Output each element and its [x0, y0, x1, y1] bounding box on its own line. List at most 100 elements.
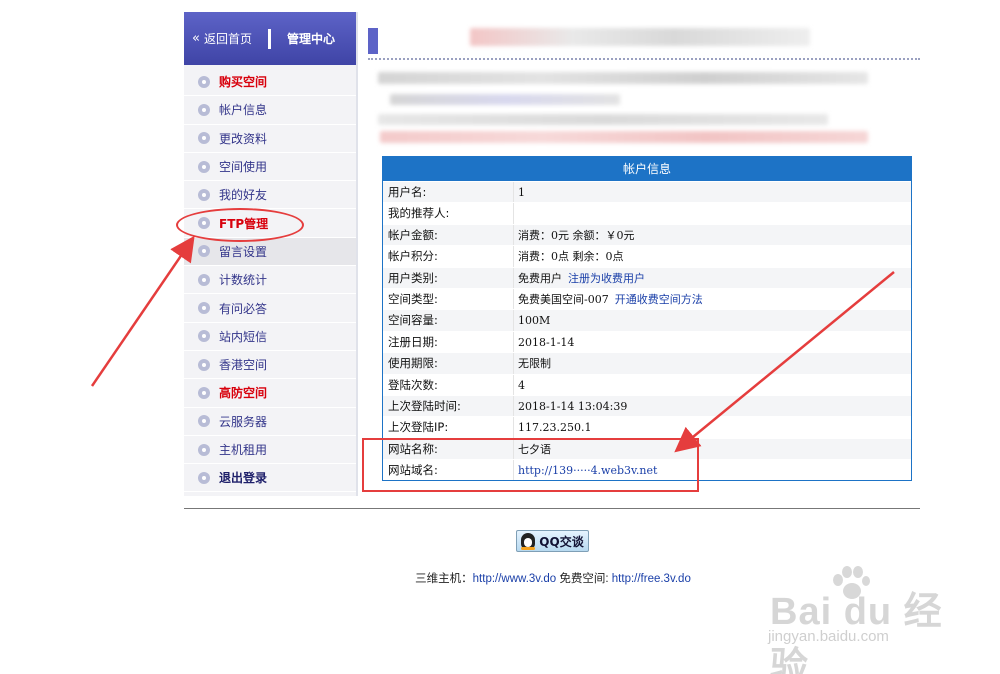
menu-bullet-icon	[198, 330, 210, 343]
table-row: 空间容量: 100M	[383, 309, 911, 331]
table-row: 帐户积分: 消费：0点 剩余：0点	[383, 245, 911, 267]
table-row: 登陆次数: 4	[383, 373, 911, 395]
row-value-text: 免费用户	[518, 271, 562, 285]
sidebar-item[interactable]: 高防空间	[184, 379, 356, 408]
row-label: 使用期限:	[383, 353, 514, 374]
qq-chat-button[interactable]: QQ交谈	[516, 530, 589, 552]
row-value: 1	[514, 182, 911, 202]
row-value: 117.23.250.1	[514, 417, 911, 437]
menu-bullet-icon	[198, 245, 210, 258]
sidebar-item-label: 高防空间	[219, 386, 268, 401]
row-value-text: 2018-1-14	[518, 335, 575, 349]
sidebar-header: « 返回首页 管理中心	[184, 12, 356, 65]
watermark-logo: Bai du 经验	[770, 591, 943, 674]
sidebar-item[interactable]: 站内短信	[184, 322, 356, 351]
sidebar-item[interactable]: 有问必答	[184, 294, 356, 323]
menu-bullet-icon	[198, 160, 210, 173]
row-value: 4	[514, 375, 911, 395]
back-home-label: 返回首页	[203, 32, 252, 46]
row-label: 空间类型:	[383, 288, 514, 310]
table-row: 上次登陆时间: 2018-1-14 13:04:39	[383, 394, 911, 417]
blurred-notice-line-1	[378, 72, 868, 84]
back-home-link[interactable]: « 返回首页	[184, 12, 268, 65]
admin-center-title: 管理中心	[287, 32, 336, 46]
menu-bullet-icon	[198, 75, 210, 88]
table-row: 帐户金额: 消费：0元 余额：￥0元	[383, 223, 911, 246]
footer-divider	[184, 508, 920, 509]
header-separator	[268, 28, 271, 49]
blurred-notice-line-4	[380, 131, 868, 143]
row-value: 2018-1-14	[514, 332, 911, 352]
menu-bullet-icon	[198, 188, 210, 201]
row-value-text: 消费：0元 余额：￥0元	[518, 228, 635, 242]
qq-chat-label: QQ交谈	[539, 534, 584, 549]
table-row: 用户类别: 免费用户 注册为收费用户	[383, 266, 911, 288]
row-label: 上次登陆IP:	[383, 417, 514, 438]
sidebar-item[interactable]: 主机租用	[184, 435, 356, 465]
row-value-text: 消费：0点 剩余：0点	[518, 250, 624, 264]
menu-bullet-icon	[198, 358, 210, 371]
sidebar-item-label: 香港空间	[219, 358, 268, 373]
menu-bullet-icon	[198, 471, 210, 484]
row-label: 用户名:	[383, 182, 514, 203]
blurred-heading	[470, 28, 810, 46]
table-row: 我的推荐人:	[383, 202, 911, 224]
account-table-body: 用户名: 1 我的推荐人: 帐户金额: 消费：0元 余额：￥0元帐户积分: 消费：0点 剩…	[383, 181, 911, 481]
menu-bullet-icon	[198, 103, 210, 116]
table-row: 用户名: 1	[383, 181, 911, 203]
menu-bullet-icon	[198, 132, 210, 145]
row-value-text: 免费美国空间-007	[518, 292, 609, 306]
sidebar-item[interactable]: 留言设置	[184, 237, 356, 267]
sidebar-item[interactable]: 我的好友	[184, 181, 356, 210]
row-label: 用户类别:	[383, 267, 514, 288]
sidebar-item[interactable]: 计数统计	[184, 266, 356, 295]
dotted-separator	[368, 58, 920, 62]
row-value: 免费用户 注册为收费用户	[514, 268, 911, 288]
sidebar-item[interactable]: 更改资料	[184, 124, 356, 153]
menu-bullet-icon	[198, 415, 210, 428]
sidebar-item-label: 空间使用	[219, 160, 268, 175]
row-value-text: 4	[518, 378, 525, 392]
sidebar-item-label: 有问必答	[219, 301, 268, 316]
sidebar-item[interactable]: 退出登录	[184, 464, 356, 493]
sidebar-item[interactable]: 帐户信息	[184, 96, 356, 125]
row-value	[514, 203, 911, 223]
sidebar-item-label: 站内短信	[219, 329, 268, 344]
row-label: 注册日期:	[383, 331, 514, 353]
row-label: 我的推荐人:	[383, 203, 514, 224]
sidebar-item-label: 留言设置	[219, 244, 268, 259]
row-label: 空间容量:	[383, 310, 514, 331]
watermark-url: jingyan.baidu.com	[768, 628, 889, 645]
account-table-title: 帐户信息	[383, 157, 911, 181]
sidebar-item[interactable]: 香港空间	[184, 350, 356, 380]
arrow-to-ftp	[90, 235, 195, 387]
sidebar-item[interactable]: 云服务器	[184, 407, 356, 436]
row-value-text: 1	[518, 186, 525, 199]
qq-penguin-icon	[521, 533, 536, 550]
row-label: 帐户金额:	[383, 224, 514, 246]
chevron-double-left-icon: «	[192, 31, 200, 46]
sidebar-item-label: 更改资料	[219, 131, 268, 146]
sidebar: « 返回首页 管理中心 购买空间 帐户信息 更改资料 空间使用 我的好友 FTP管理 留言设…	[184, 12, 358, 496]
domain-highlight-box	[362, 438, 699, 492]
row-value: 消费：0点 剩余：0点	[514, 246, 911, 266]
footer-free-label: 免费空间:	[556, 573, 612, 585]
row-action-link[interactable]: 开通收费空间方法	[615, 293, 703, 306]
sidebar-item-label: 计数统计	[219, 273, 268, 288]
row-action-link[interactable]: 注册为收费用户	[568, 272, 645, 285]
blurred-notice-line-3	[378, 114, 828, 125]
host-site-link[interactable]: http://www.3v.do	[473, 573, 557, 585]
row-value-text: 无限制	[518, 357, 551, 371]
row-value: 2018-1-14 13:04:39	[514, 396, 911, 416]
menu-bullet-icon	[198, 443, 210, 456]
row-label: 登陆次数:	[383, 374, 514, 395]
baidu-jingyan-watermark: Bai du 经验 jingyan.baidu.com	[760, 566, 960, 674]
header-accent-bar	[368, 28, 378, 54]
free-space-link[interactable]: http://free.3v.do	[612, 573, 691, 585]
sidebar-item-label: 云服务器	[219, 414, 268, 429]
sidebar-item[interactable]: 空间使用	[184, 152, 356, 182]
table-row: 空间类型: 免费美国空间-007 开通收费空间方法	[383, 287, 911, 310]
sidebar-item[interactable]: 购买空间	[184, 68, 356, 97]
menu-bullet-icon	[198, 386, 210, 399]
row-value-text: 100M	[518, 314, 551, 328]
